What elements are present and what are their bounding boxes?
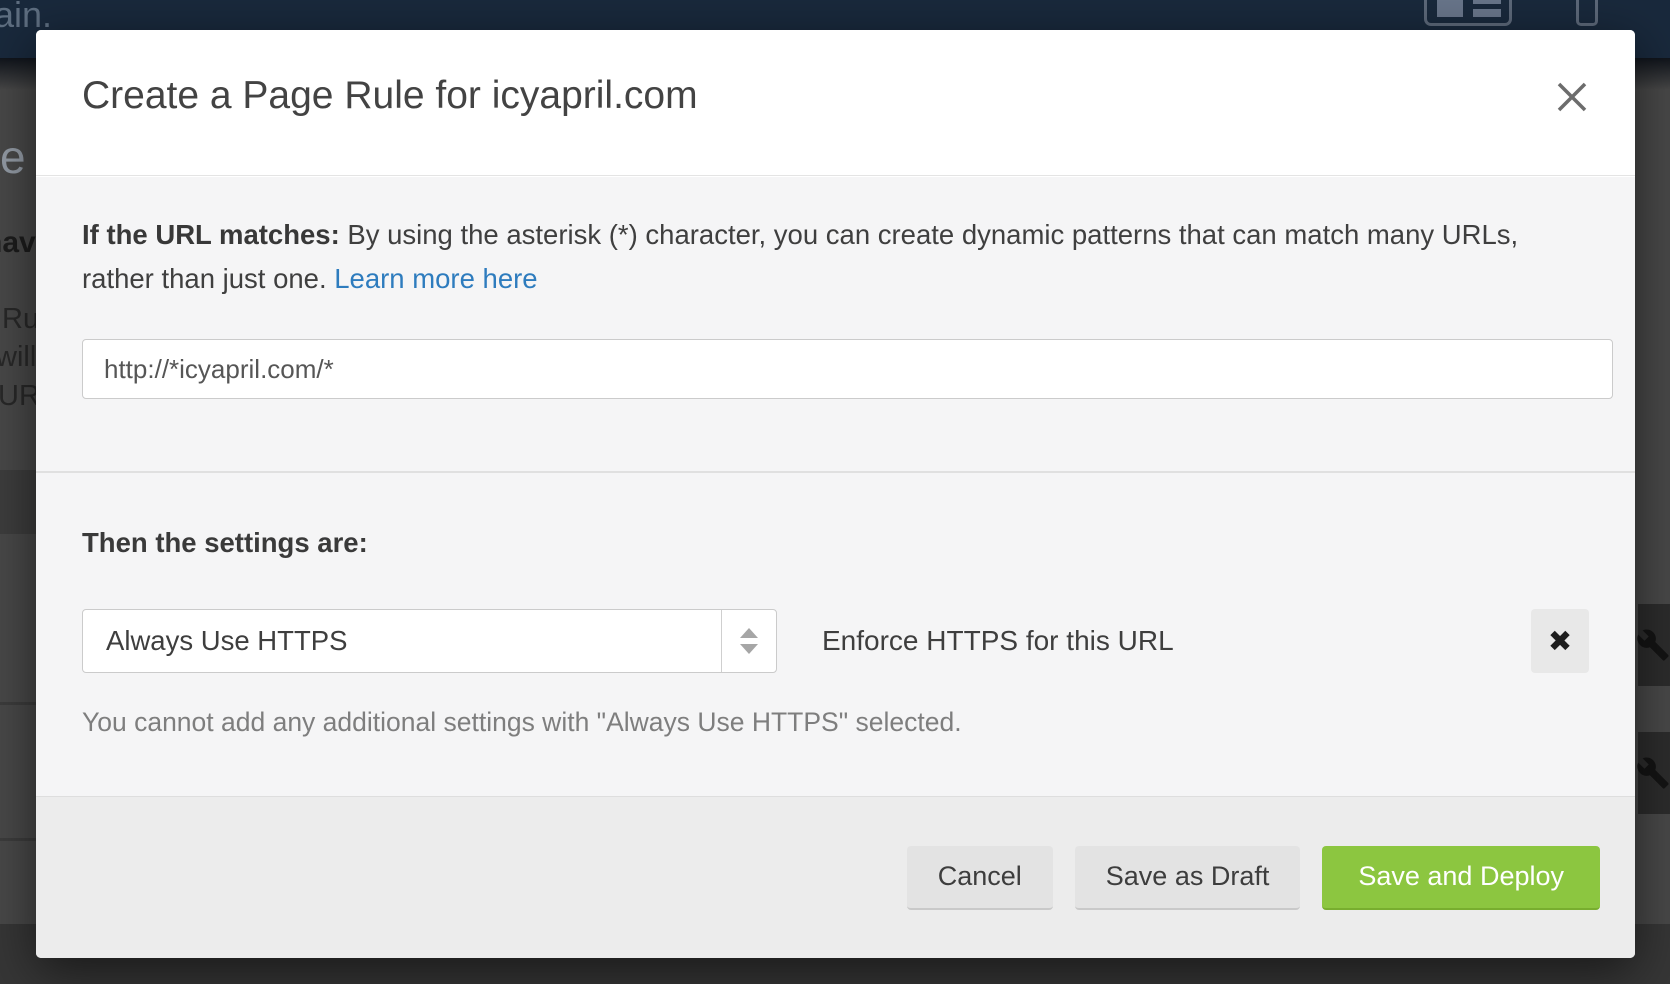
modal-body: If the URL matches: By using the asteris…	[36, 177, 1635, 796]
section-divider	[36, 471, 1635, 473]
dimmed-text-fragment: Ru	[2, 303, 39, 336]
dimmed-text-fragment: e	[0, 130, 26, 184]
dimmed-text-fragment: nav	[0, 226, 36, 260]
settings-note: You cannot add any additional settings w…	[82, 707, 1589, 738]
modal-header: Create a Page Rule for icyapril.com	[36, 30, 1635, 176]
remove-setting-button[interactable]: ✖	[1531, 609, 1589, 673]
learn-more-link[interactable]: Learn more here	[334, 263, 537, 294]
dimmed-table-header	[0, 470, 36, 534]
cancel-button[interactable]: Cancel	[907, 846, 1053, 910]
save-draft-button[interactable]: Save as Draft	[1075, 846, 1301, 910]
setting-row: Always Use HTTPS Enforce HTTPS for this …	[82, 609, 1589, 673]
wrench-icon	[1636, 628, 1670, 662]
chevron-down-icon	[740, 644, 758, 654]
dimmed-text-fragment: UR	[0, 380, 40, 413]
close-icon	[1555, 80, 1589, 114]
select-arrows-icon	[721, 610, 776, 672]
remove-x-icon: ✖	[1548, 624, 1572, 658]
wrench-icon	[1636, 756, 1670, 790]
modal-footer: Cancel Save as Draft Save and Deploy	[36, 796, 1635, 958]
url-match-description: If the URL matches: By using the asteris…	[82, 213, 1574, 301]
setting-select[interactable]: Always Use HTTPS	[82, 609, 777, 673]
dimmed-row-divider	[0, 702, 36, 705]
url-match-label: If the URL matches:	[82, 219, 340, 250]
dimmed-text-fragment: will	[0, 341, 36, 374]
url-pattern-input[interactable]	[82, 339, 1613, 399]
grid-square-icon	[1437, 0, 1463, 17]
modal-title: Create a Page Rule for icyapril.com	[36, 30, 1635, 118]
partial-nav-icon	[1576, 0, 1598, 26]
setting-select-value: Always Use HTTPS	[106, 625, 347, 657]
chevron-up-icon	[740, 628, 758, 638]
setting-description: Enforce HTTPS for this URL	[822, 625, 1174, 657]
close-button[interactable]	[1553, 78, 1591, 116]
page-rule-modal: Create a Page Rule for icyapril.com If t…	[36, 30, 1635, 958]
wrench-button	[1638, 604, 1670, 686]
dimmed-row-divider	[0, 838, 36, 841]
settings-heading: Then the settings are:	[82, 527, 1589, 559]
layout-toggle-icon	[1424, 0, 1512, 26]
save-deploy-button[interactable]: Save and Deploy	[1322, 846, 1600, 910]
wrench-button	[1638, 732, 1670, 814]
